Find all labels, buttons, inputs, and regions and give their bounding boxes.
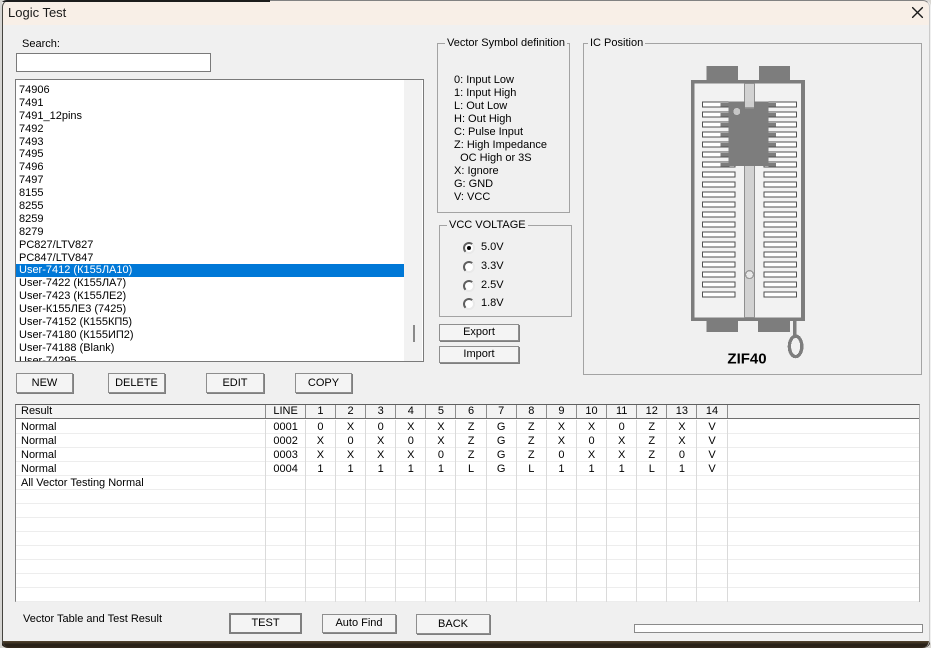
- svg-text:ZIF40: ZIF40: [727, 351, 766, 368]
